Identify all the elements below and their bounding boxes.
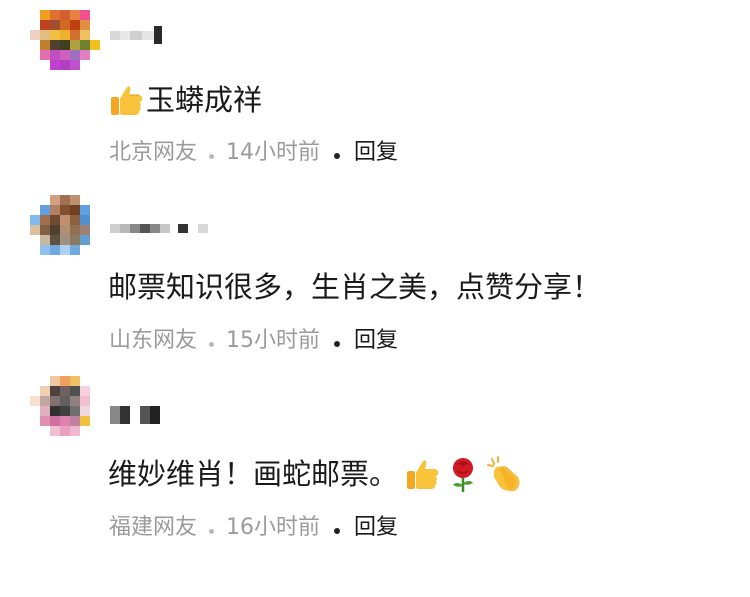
separator-dot (209, 153, 215, 159)
reply-button[interactable]: 回复 (354, 327, 398, 355)
thumbs-up-icon (404, 455, 442, 493)
timestamp: 16小时前 (226, 515, 321, 540)
comment-text: 邮票知识很多，生肖之美，点赞分享！ (108, 267, 601, 307)
timestamp: 15小时前 (226, 328, 321, 353)
comment-body: 邮票知识很多，生肖之美，点赞分享！ (108, 270, 602, 304)
separator-dot (209, 528, 215, 534)
location-label: 福建网友 (109, 515, 198, 540)
avatar[interactable] (30, 195, 100, 265)
separator-dot (334, 341, 341, 347)
separator-dot (334, 528, 341, 534)
avatar[interactable] (30, 376, 100, 446)
separator-dot (334, 153, 341, 159)
reply-button[interactable]: 回复 (354, 139, 398, 167)
reply-button[interactable]: 回复 (354, 514, 398, 542)
timestamp: 14小时前 (226, 140, 321, 165)
separator-dot (209, 341, 215, 347)
clapping-hands-icon (486, 455, 524, 493)
location-label: 山东网友 (109, 328, 198, 353)
comment-meta: 北京网友 14小时前 回复 (109, 139, 398, 167)
username[interactable] (110, 404, 160, 426)
username[interactable] (110, 217, 208, 239)
thumbs-up-icon (108, 81, 146, 119)
location-label: 北京网友 (109, 140, 198, 165)
comment-body: 玉蟒成祥 (146, 83, 263, 117)
comment-meta: 福建网友 16小时前 回复 (109, 514, 398, 542)
rose-icon (444, 455, 482, 493)
username[interactable] (110, 24, 162, 46)
comment-meta: 山东网友 15小时前 回复 (109, 327, 398, 355)
avatar[interactable] (30, 10, 100, 80)
comment-text: 维妙维肖！画蛇邮票。 (108, 454, 524, 494)
comment-text: 玉蟒成祥 (108, 80, 262, 120)
comment-body: 维妙维肖！画蛇邮票。 (108, 457, 399, 491)
